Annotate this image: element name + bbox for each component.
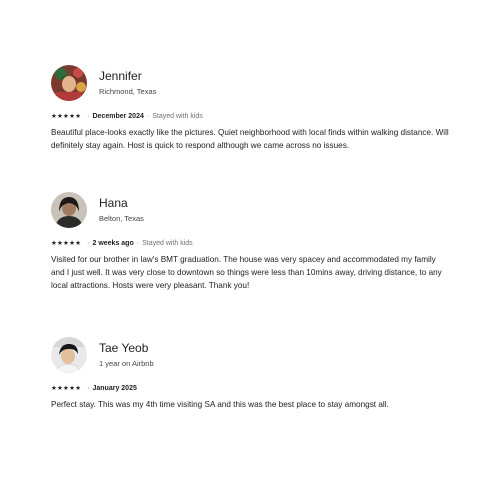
reviewer-name: Jennifer [99, 69, 142, 83]
review-text: Perfect stay. This was my 4th time visit… [51, 400, 389, 409]
separator-dot: · [87, 385, 90, 392]
review-header: Jennifer Richmond, Texas [51, 64, 451, 102]
separator-dot: · [87, 240, 90, 247]
reviewer-location: Richmond, Texas [99, 87, 157, 96]
review-meta: ★★★★★ · 2 weeks ago · Stayed with kids [51, 239, 451, 249]
rating-stars-icon: ★★★★★ [51, 240, 82, 247]
review-date: December 2024 [92, 113, 144, 120]
review-card: Jennifer Richmond, Texas ★★★★★ · Decembe… [51, 64, 451, 152]
review-header: Hana Belton, Texas [51, 191, 451, 229]
reviewer-name: Tae Yeob [99, 341, 149, 355]
separator-dot: · [136, 240, 140, 247]
review-text: Visited for our brother in law's BMT gra… [51, 255, 442, 290]
review-text: Beautiful place-looks exactly like the p… [51, 128, 449, 150]
review-meta: ★★★★★ · January 2025 [51, 384, 451, 394]
avatar[interactable] [51, 192, 87, 228]
reviewer-location: Belton, Texas [99, 214, 144, 223]
avatar[interactable] [51, 337, 87, 373]
rating-stars-icon: ★★★★★ [51, 113, 82, 120]
avatar[interactable] [51, 65, 87, 101]
review-card: Tae Yeob 1 year on Airbnb ★★★★★ · Januar… [51, 336, 451, 411]
review-date: January 2025 [92, 385, 137, 392]
reviews-list: Jennifer Richmond, Texas ★★★★★ · Decembe… [0, 0, 500, 500]
reviewer-tenure: 1 year on Airbnb [99, 359, 154, 368]
reviewer-name: Hana [99, 196, 128, 210]
review-date: 2 weeks ago [92, 240, 134, 247]
review-meta: ★★★★★ · December 2024 · Stayed with kids [51, 112, 451, 122]
rating-stars-icon: ★★★★★ [51, 385, 82, 392]
separator-dot: · [146, 113, 150, 120]
trip-type: Stayed with kids [142, 240, 193, 247]
review-card: Hana Belton, Texas ★★★★★ · 2 weeks ago ·… [51, 191, 451, 292]
separator-dot: · [87, 113, 90, 120]
review-header: Tae Yeob 1 year on Airbnb [51, 336, 451, 374]
trip-type: Stayed with kids [152, 113, 203, 120]
